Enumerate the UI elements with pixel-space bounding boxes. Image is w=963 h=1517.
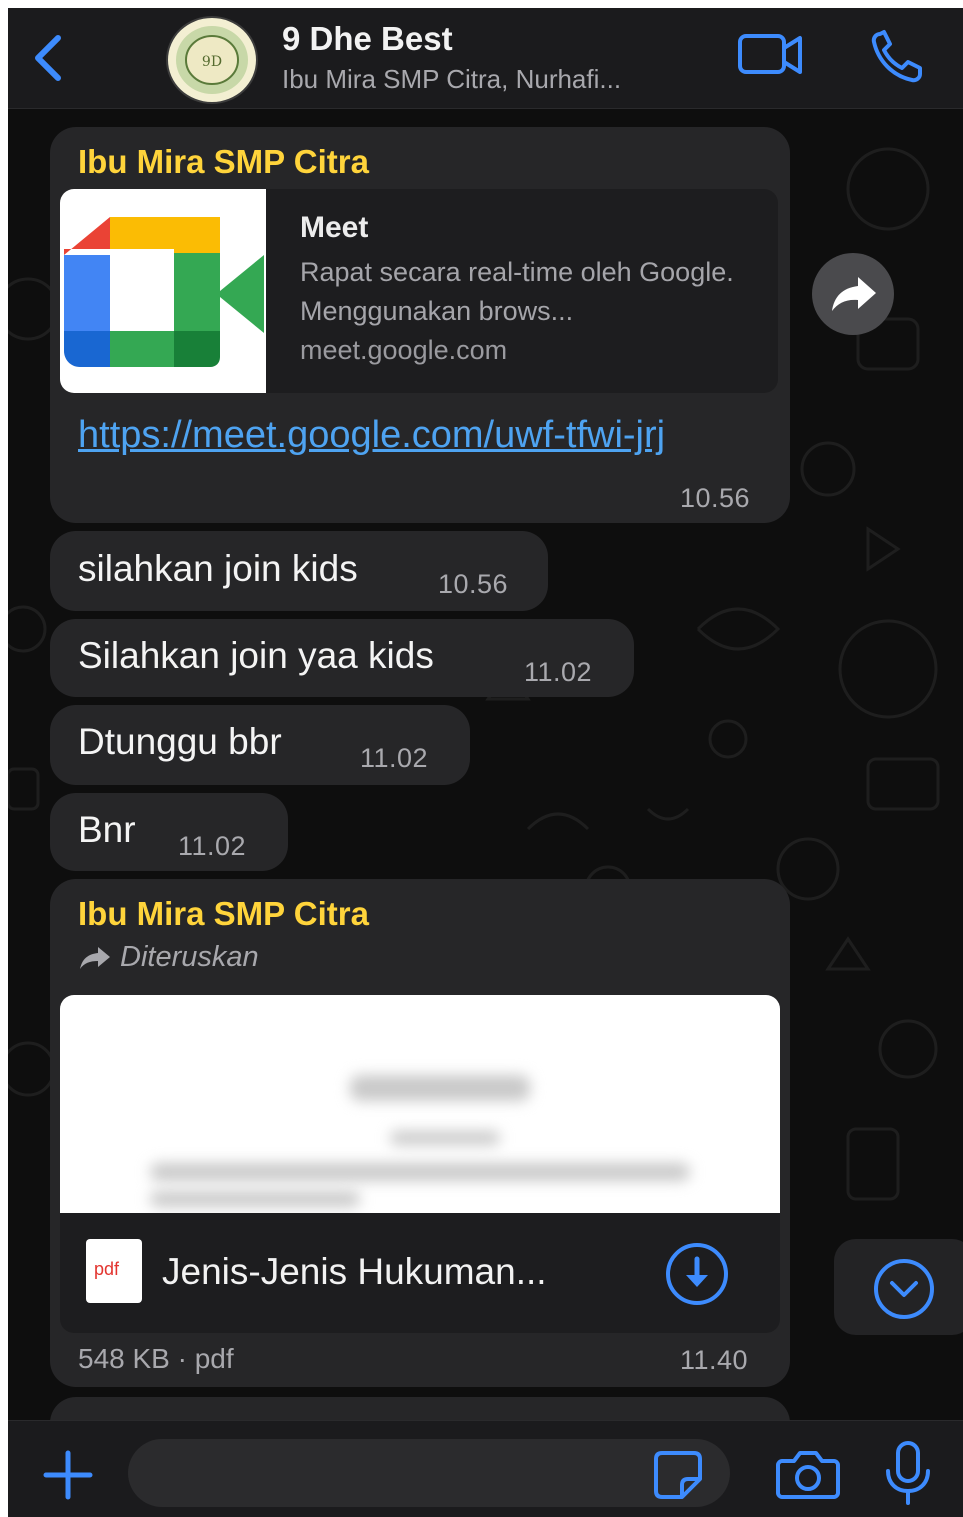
- message-input-bar: [8, 1420, 963, 1517]
- sticker-button[interactable]: [652, 1449, 704, 1501]
- phone-icon: [871, 30, 922, 83]
- text-message-bubble[interactable]: Dtunggu bbr 11.02: [50, 705, 470, 785]
- back-chevron-icon: [35, 35, 61, 81]
- back-button[interactable]: [26, 30, 72, 86]
- group-avatar-emblem: 9D: [176, 26, 248, 94]
- share-forward-icon: [832, 277, 876, 311]
- chevron-down-icon: [874, 1259, 934, 1319]
- message-time: 11.40: [680, 1345, 749, 1375]
- partial-message-bubble[interactable]: [50, 1397, 790, 1420]
- text-message-bubble[interactable]: silahkan join kids 10.56: [50, 531, 548, 611]
- voice-message-button[interactable]: [882, 1439, 934, 1509]
- message-time: 10.56: [438, 569, 509, 599]
- message-sender[interactable]: Ibu Mira SMP Citra: [78, 895, 369, 933]
- chat-messages[interactable]: Ibu Mira SMP Citra Meet Rapat secara rea…: [8, 109, 963, 1420]
- blurred-document-line: [350, 1075, 530, 1101]
- forward-arrow-icon: [80, 947, 110, 970]
- document-file-meta: 548 KB · pdf: [78, 1343, 234, 1374]
- message-text: Bnr: [78, 809, 136, 850]
- plus-icon: [43, 1450, 93, 1500]
- link-preview-thumbnail: [60, 189, 266, 393]
- text-message-bubble[interactable]: Silahkan join yaa kids 11.02: [50, 619, 634, 697]
- link-preview-card[interactable]: Meet Rapat secara real-time oleh Google.…: [60, 189, 778, 393]
- blurred-document-line: [150, 1163, 690, 1181]
- pdf-file-icon[interactable]: pdf: [86, 1239, 142, 1303]
- meeting-link[interactable]: https://meet.google.com/uwf-tfwi-jrj: [78, 409, 768, 461]
- chat-title[interactable]: 9 Dhe Best: [282, 20, 453, 58]
- forwarded-text: Diteruskan: [120, 941, 259, 973]
- whatsapp-chat-screen: 9D 9 Dhe Best Ibu Mira SMP Citra, Nurhaf…: [8, 8, 963, 1517]
- blurred-document-line: [390, 1131, 500, 1145]
- document-file-bar[interactable]: pdf Jenis-Jenis Hukuman...: [60, 1213, 780, 1333]
- scroll-to-bottom-button[interactable]: [834, 1239, 963, 1335]
- document-file-name[interactable]: Jenis-Jenis Hukuman...: [162, 1251, 547, 1293]
- message-time: 11.02: [360, 743, 429, 773]
- message-text: Dtunggu bbr: [78, 721, 282, 762]
- forward-message-button[interactable]: [812, 253, 894, 335]
- chat-participants[interactable]: Ibu Mira SMP Citra, Nurhafi...: [282, 64, 621, 95]
- forwarded-label: Diteruskan: [78, 941, 259, 974]
- avatar-text: 9D: [202, 54, 222, 70]
- link-preview-description: Rapat secara real-time oleh Google. Meng…: [300, 257, 734, 326]
- link-message-bubble[interactable]: Ibu Mira SMP Citra Meet Rapat secara rea…: [50, 127, 790, 523]
- message-text: silahkan join kids: [78, 548, 358, 589]
- sticker-icon: [654, 1451, 702, 1499]
- link-preview-title: Meet: [300, 211, 369, 244]
- attach-button[interactable]: [40, 1447, 96, 1503]
- message-time: 11.02: [524, 657, 593, 687]
- document-preview[interactable]: [60, 995, 780, 1213]
- message-time: 10.56: [680, 483, 751, 513]
- document-message-bubble[interactable]: Ibu Mira SMP Citra Diteruskan pdf Jenis-…: [50, 879, 790, 1387]
- camera-button[interactable]: [776, 1445, 840, 1503]
- message-sender[interactable]: Ibu Mira SMP Citra: [78, 143, 369, 181]
- message-text: Silahkan join yaa kids: [78, 635, 434, 676]
- camera-icon: [776, 1451, 840, 1499]
- google-meet-logo-icon: [64, 217, 264, 367]
- download-button[interactable]: [664, 1241, 730, 1307]
- blurred-document-line: [150, 1191, 360, 1207]
- message-input[interactable]: [128, 1439, 730, 1507]
- microphone-icon: [886, 1441, 930, 1505]
- video-call-button[interactable]: [736, 30, 806, 80]
- video-call-icon: [738, 34, 802, 74]
- text-message-bubble[interactable]: Bnr 11.02: [50, 793, 288, 871]
- voice-call-button[interactable]: [868, 28, 926, 86]
- download-icon: [666, 1243, 728, 1305]
- group-avatar[interactable]: 9D: [166, 16, 258, 104]
- pdf-icon-label: pdf: [94, 1259, 120, 1279]
- chat-header: 9D 9 Dhe Best Ibu Mira SMP Citra, Nurhaf…: [8, 8, 963, 109]
- link-preview-domain: meet.google.com: [300, 335, 508, 365]
- message-time: 11.02: [178, 831, 247, 861]
